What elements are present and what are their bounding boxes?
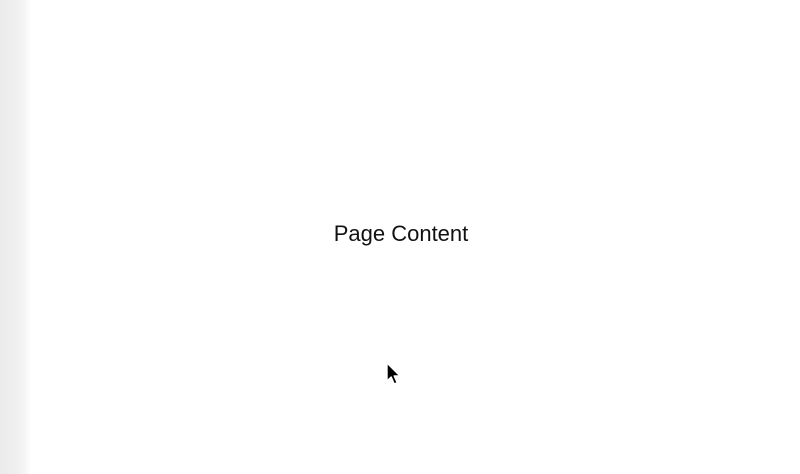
page-content-label: Page Content bbox=[333, 221, 469, 246]
app-page: Page Content bbox=[0, 0, 800, 474]
mouse-pointer-icon bbox=[386, 362, 401, 385]
main-content: Page Content bbox=[30, 0, 800, 474]
drawer-edge[interactable] bbox=[0, 0, 30, 474]
